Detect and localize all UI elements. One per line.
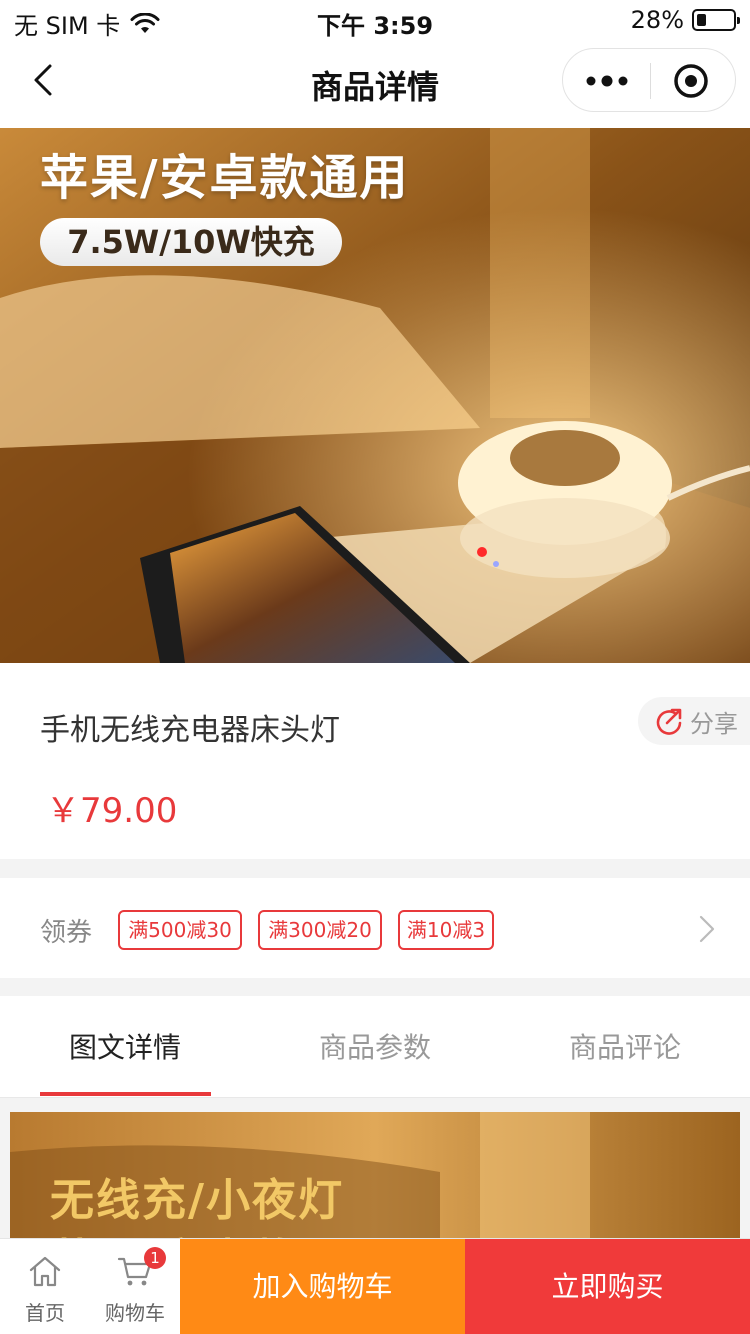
close-miniprogram-icon[interactable]	[673, 63, 709, 99]
home-icon	[29, 1256, 61, 1287]
detail-image: 无线充/小夜灯 苹果/安卓款通用	[10, 1112, 740, 1242]
miniprogram-capsule	[562, 48, 736, 112]
home-button[interactable]: 首页	[0, 1239, 90, 1334]
active-tab-indicator	[40, 1092, 211, 1096]
cart-count-badge: 1	[144, 1247, 166, 1269]
chevron-right-icon[interactable]	[698, 914, 716, 944]
bottom-action-bar: 首页 1 购物车 加入购物车 立即购买	[0, 1238, 750, 1334]
coupon-tag[interactable]: 满500减30	[118, 910, 242, 950]
tab-reviews[interactable]: 商品评论	[525, 1026, 725, 1066]
cart-label: 购物车	[105, 1301, 165, 1325]
cart-button[interactable]: 1 购物车	[90, 1239, 180, 1334]
tab-parameters[interactable]: 商品参数	[275, 1026, 475, 1066]
product-name: 手机无线充电器床头灯	[40, 713, 340, 748]
hero-fast-charge-badge: 7.5W/10W快充	[40, 218, 342, 266]
product-price: ￥79.00	[46, 791, 178, 831]
hero-headline: 苹果/安卓款通用	[40, 150, 410, 206]
coupon-row[interactable]: 领券 满500减30 满300减20 满10减3	[0, 878, 750, 978]
detail-headline: 无线充/小夜灯	[50, 1175, 345, 1226]
hero-photo	[0, 128, 750, 663]
battery-percent: 28%	[630, 6, 684, 34]
buy-now-button[interactable]: 立即购买	[465, 1239, 750, 1334]
tab-graphic-details[interactable]: 图文详情	[25, 1026, 225, 1066]
coupon-tag[interactable]: 满300减20	[258, 910, 382, 950]
battery-icon	[692, 9, 740, 31]
product-info: 手机无线充电器床头灯 分享 ￥79.00	[0, 663, 750, 859]
home-label: 首页	[25, 1301, 65, 1325]
share-button[interactable]: 分享	[638, 697, 750, 745]
product-hero-image[interactable]: 苹果/安卓款通用 7.5W/10W快充	[0, 128, 750, 663]
navigation-bar: 商品详情	[0, 40, 750, 128]
add-to-cart-button[interactable]: 加入购物车	[180, 1239, 465, 1334]
detail-tabs: 图文详情 商品参数 商品评论	[0, 996, 750, 1098]
coupon-label: 领券	[40, 918, 93, 948]
share-label: 分享	[690, 709, 738, 738]
more-icon[interactable]	[583, 66, 631, 96]
status-bar: 无 SIM 卡 下午 3:59 28%	[0, 0, 750, 40]
share-icon	[656, 708, 682, 735]
coupon-tag[interactable]: 满10减3	[398, 910, 494, 950]
capsule-divider	[650, 63, 651, 99]
